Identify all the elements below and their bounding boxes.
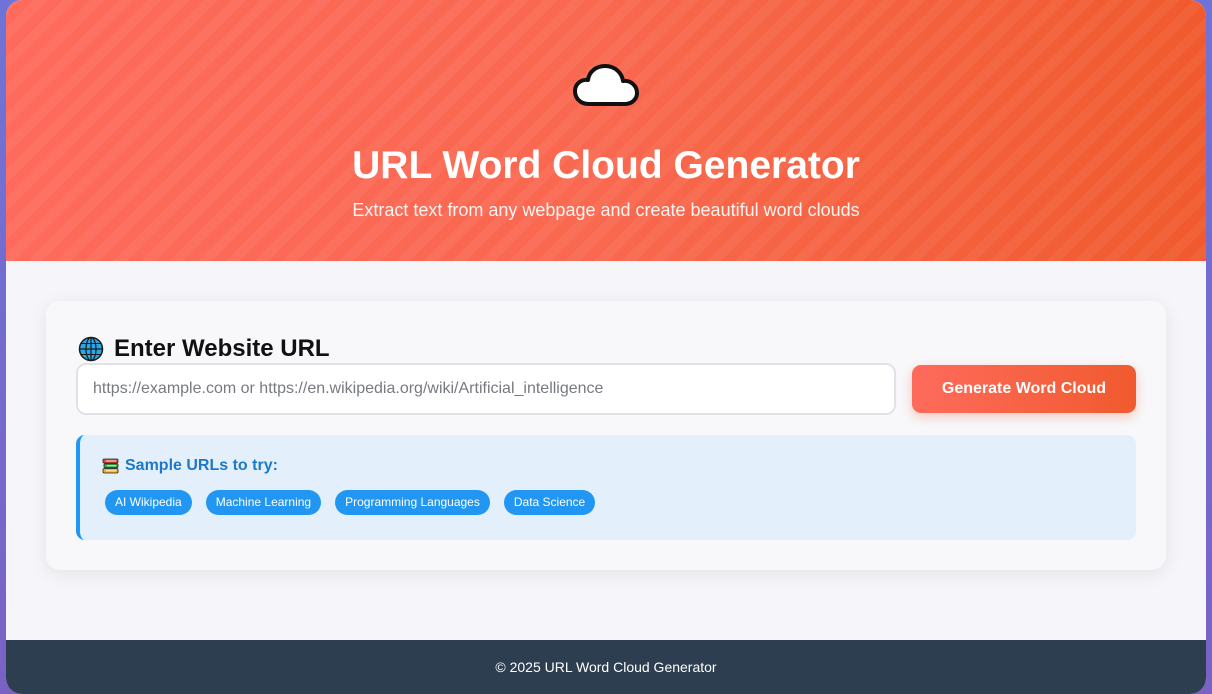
page-title: URL Word Cloud Generator (352, 144, 860, 187)
app-window: URL Word Cloud Generator Extract text fr… (6, 0, 1206, 694)
books-icon (102, 458, 119, 474)
page-footer: © 2025 URL Word Cloud Generator (6, 640, 1206, 694)
url-form-heading-text: Enter Website URL (114, 335, 330, 362)
sample-url-chips: AI Wikipedia Machine Learning Programmin… (105, 490, 596, 515)
sample-chip-data-science[interactable]: Data Science (503, 490, 596, 515)
sample-urls-heading: Sample URLs to try: (102, 457, 278, 475)
sample-urls-heading-text: Sample URLs to try: (125, 457, 278, 474)
sample-chip-programming-languages[interactable]: Programming Languages (335, 490, 490, 515)
sample-urls-panel: Sample URLs to try: AI Wikipedia Machine… (76, 435, 1136, 540)
footer-copyright: © 2025 URL Word Cloud Generator (495, 659, 717, 675)
page-subtitle: Extract text from any webpage and create… (352, 200, 860, 220)
generate-word-cloud-button[interactable]: Generate Word Cloud (912, 365, 1136, 413)
url-form-heading: Enter Website URL (78, 335, 330, 363)
url-form-card: Enter Website URL Generate Word Cloud Sa… (46, 301, 1166, 570)
sample-chip-machine-learning[interactable]: Machine Learning (205, 490, 322, 515)
cloud-icon (573, 64, 639, 106)
globe-icon (78, 336, 104, 362)
sample-chip-ai-wikipedia[interactable]: AI Wikipedia (105, 490, 192, 515)
hero-banner: URL Word Cloud Generator Extract text fr… (6, 0, 1206, 261)
url-input[interactable] (76, 363, 896, 415)
